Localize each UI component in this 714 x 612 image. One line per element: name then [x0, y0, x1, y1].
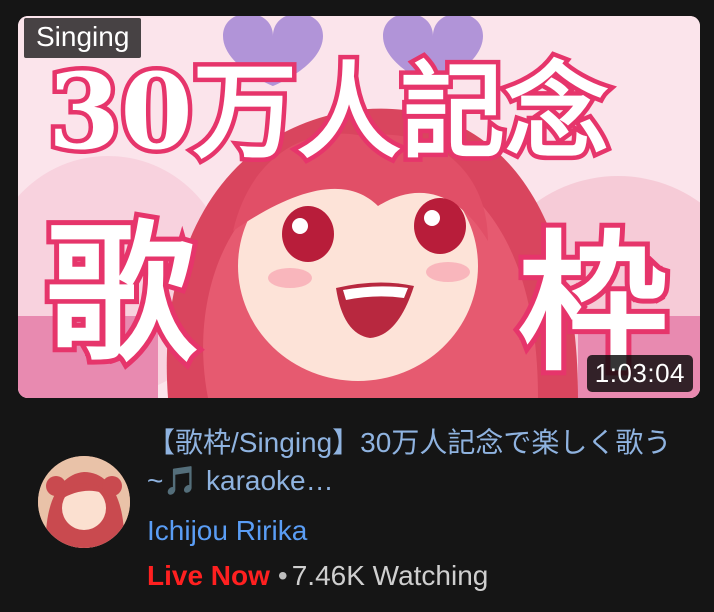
duration-badge: 1:03:04	[586, 355, 693, 392]
channel-name[interactable]: Ichijou Ririka	[147, 515, 307, 547]
video-thumbnail[interactable]: 30万人記念 歌 枠 Singing 1:03:04	[18, 16, 700, 398]
thumbnail-headline: 30万人記念	[48, 50, 609, 173]
video-title[interactable]: 【歌枠/Singing】30万人記念で楽しく歌う~🎵 karaoke…	[147, 424, 687, 500]
category-badge: Singing	[24, 18, 142, 58]
live-now-badge: Live Now	[147, 560, 270, 591]
avatar-image	[38, 456, 130, 548]
live-status-row: Live Now • 7.46K Watching	[147, 560, 488, 592]
thumbnail-artwork: 30万人記念 歌 枠	[18, 16, 700, 398]
viewer-count: 7.46K Watching	[291, 560, 489, 591]
thumbnail-char-left: 歌	[46, 206, 198, 382]
video-card[interactable]: 30万人記念 歌 枠 Singing 1:03:04 【歌枠/Singing】3…	[0, 0, 714, 612]
channel-avatar[interactable]	[38, 456, 130, 548]
separator-dot: •	[277, 560, 288, 591]
